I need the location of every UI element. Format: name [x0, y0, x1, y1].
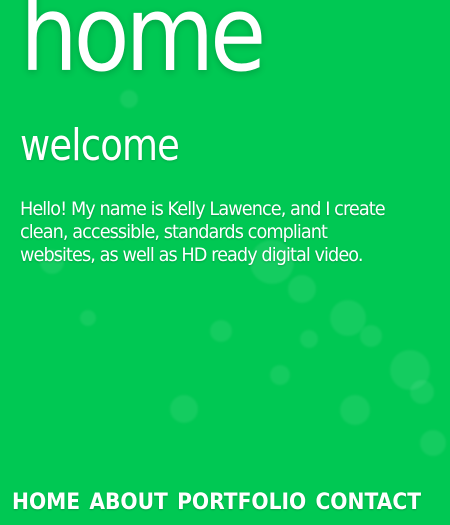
bokeh-dot	[170, 395, 198, 423]
page-title: home	[20, 0, 266, 95]
bokeh-dot	[288, 275, 316, 303]
intro-paragraph: Hello! My name is Kelly Lawence, and I c…	[20, 198, 386, 266]
welcome-heading: welcome	[20, 120, 180, 171]
nav-about-link[interactable]: ABOUT	[89, 489, 168, 517]
nav-portfolio-link[interactable]: PORTFOLIO	[177, 489, 306, 517]
bokeh-dot	[360, 325, 382, 347]
bokeh-dot	[210, 320, 232, 342]
bokeh-dot	[330, 300, 366, 336]
bokeh-dot	[300, 330, 318, 348]
bokeh-dot	[410, 380, 434, 404]
bokeh-dot	[80, 310, 96, 326]
bokeh-dot	[390, 350, 430, 390]
main-navigation: HOME ABOUT PORTFOLIO CONTACT	[12, 489, 421, 517]
nav-home-link[interactable]: HOME	[12, 489, 80, 517]
nav-contact-link[interactable]: CONTACT	[315, 489, 421, 517]
bokeh-dot	[270, 365, 290, 385]
bokeh-dot	[420, 430, 446, 456]
bokeh-dot	[340, 395, 370, 425]
